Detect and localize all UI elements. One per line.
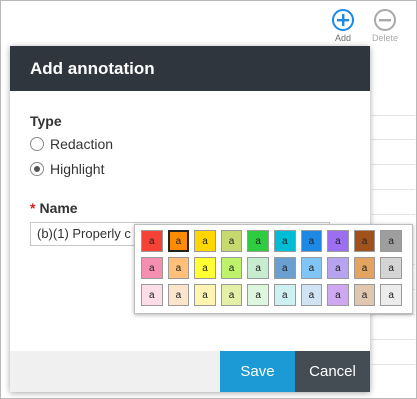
type-label: Type — [30, 113, 62, 129]
add-label: Add — [334, 33, 351, 43]
color-swatch[interactable]: a — [167, 230, 190, 252]
add-annotation-dialog: Add annotation Type Redaction Highlight … — [10, 46, 370, 392]
list-divider — [372, 115, 415, 116]
color-swatch[interactable]: a — [353, 257, 376, 279]
list-divider — [372, 164, 415, 165]
color-swatch[interactable]: a — [273, 230, 296, 252]
color-swatch[interactable]: a — [380, 257, 402, 279]
color-swatch[interactable]: a — [300, 230, 323, 252]
color-swatch[interactable]: a — [273, 284, 296, 306]
name-label: Name — [39, 200, 78, 216]
color-swatch[interactable]: a — [194, 284, 216, 306]
color-swatch[interactable]: a — [247, 284, 269, 306]
list-divider — [372, 364, 415, 365]
color-swatch[interactable]: a — [220, 284, 243, 306]
color-palette: aaaaaaaaaaaaaaaaaaaaaaaaaaaaaa — [134, 224, 413, 314]
save-button[interactable]: Save — [220, 351, 295, 392]
add-button[interactable]: Add — [323, 9, 363, 43]
dialog-header: Add annotation — [10, 46, 370, 91]
color-swatch[interactable]: a — [300, 284, 323, 306]
cancel-button[interactable]: Cancel — [295, 351, 370, 392]
list-divider — [372, 314, 415, 315]
color-swatch[interactable]: a — [380, 230, 402, 252]
color-swatch[interactable]: a — [141, 230, 163, 252]
color-swatch[interactable]: a — [327, 257, 349, 279]
color-swatch[interactable]: a — [273, 257, 296, 279]
radio-redaction[interactable]: Redaction — [30, 136, 113, 152]
radio-button-checked[interactable] — [30, 162, 44, 176]
list-divider — [372, 214, 415, 215]
radio-label: Highlight — [50, 161, 105, 177]
color-swatch[interactable]: a — [141, 284, 163, 306]
dialog-footer: Save Cancel — [10, 351, 370, 392]
color-swatch[interactable]: a — [327, 284, 349, 306]
radio-highlight[interactable]: Highlight — [30, 161, 104, 177]
minus-icon — [374, 9, 396, 31]
color-swatch[interactable]: a — [380, 284, 402, 306]
color-swatch[interactable]: a — [141, 257, 163, 279]
delete-label: Delete — [371, 33, 398, 43]
color-swatch[interactable]: a — [353, 230, 376, 252]
palette-row: aaaaaaaaaa — [141, 230, 407, 257]
color-swatch[interactable]: a — [220, 257, 243, 279]
delete-button[interactable]: Delete — [365, 9, 405, 43]
palette-row: aaaaaaaaaa — [141, 284, 407, 311]
color-swatch[interactable]: a — [194, 257, 216, 279]
color-swatch[interactable]: a — [300, 257, 323, 279]
color-swatch[interactable]: a — [353, 284, 376, 306]
color-swatch[interactable]: a — [327, 230, 349, 252]
color-swatch[interactable]: a — [167, 257, 190, 279]
list-divider — [372, 139, 415, 140]
radio-button[interactable] — [30, 137, 44, 151]
palette-row: aaaaaaaaaa — [141, 257, 407, 284]
list-divider — [372, 189, 415, 190]
color-swatch[interactable]: a — [247, 230, 269, 252]
plus-icon — [332, 9, 354, 31]
color-swatch[interactable]: a — [220, 230, 243, 252]
radio-label: Redaction — [50, 136, 114, 152]
name-label-row: * Name — [30, 200, 78, 216]
dialog-title: Add annotation — [30, 59, 155, 78]
color-swatch[interactable]: a — [167, 284, 190, 306]
color-swatch[interactable]: a — [194, 230, 216, 252]
required-indicator: * — [30, 200, 36, 216]
color-swatch[interactable]: a — [247, 257, 269, 279]
list-divider — [372, 339, 415, 340]
